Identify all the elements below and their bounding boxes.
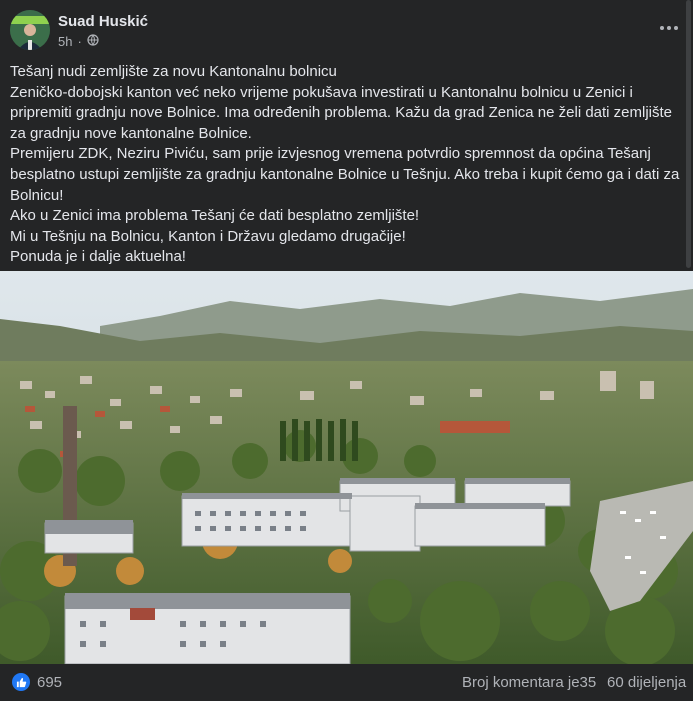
more-options-icon bbox=[660, 26, 678, 30]
post-header: Suad Huskić 5h · bbox=[0, 0, 693, 56]
thumbs-up-icon[interactable] bbox=[12, 673, 30, 691]
shares-count[interactable]: 60 dijeljenja bbox=[607, 674, 686, 691]
comments-count[interactable]: Broj komentara je35 bbox=[462, 674, 596, 691]
post-text-line: pripremiti gradnju nove Bolnice. Ima odr… bbox=[10, 104, 673, 122]
post-text-line: Zeničko-dobojski kanton već neko vrijeme… bbox=[10, 83, 633, 101]
post-time[interactable]: 5h bbox=[58, 34, 72, 49]
post-text: Tešanj nudi zemljište za novu Kantonalnu… bbox=[10, 62, 685, 268]
post-footer: 695 Broj komentara je35 60 dijeljenja bbox=[0, 664, 693, 701]
avatar-image bbox=[10, 10, 50, 50]
globe-icon[interactable] bbox=[87, 34, 99, 49]
avatar[interactable] bbox=[10, 10, 50, 50]
post-text-line: Ponuda je i dalje aktuelna! bbox=[10, 248, 186, 266]
author-name[interactable]: Suad Huskić bbox=[58, 13, 148, 30]
like-count[interactable]: 695 bbox=[37, 674, 62, 691]
post-photo[interactable] bbox=[0, 271, 693, 664]
scrollbar[interactable] bbox=[686, 0, 691, 268]
post-text-line: Mi u Tešnju na Bolnicu, Kanton i Državu … bbox=[10, 227, 406, 245]
more-options-button[interactable] bbox=[655, 16, 683, 40]
post-text-line: besplatno ustupi zemljište za gradnju ka… bbox=[10, 165, 680, 183]
post-text-line: Premijeru ZDK, Neziru Piviću, sam prije … bbox=[10, 145, 651, 163]
post-text-line: za gradnju nove kantonalne Bolnice. bbox=[10, 124, 252, 142]
separator-dot: · bbox=[77, 34, 82, 49]
post-meta: 5h · bbox=[58, 34, 99, 49]
post-text-line: Tešanj nudi zemljište za novu Kantonalnu… bbox=[10, 63, 337, 80]
post-text-line: Ako u Zenici ima problema Tešanj će dati… bbox=[10, 207, 420, 225]
post-text-line: Bolnicu! bbox=[10, 186, 64, 204]
aerial-town-photo bbox=[0, 271, 693, 664]
